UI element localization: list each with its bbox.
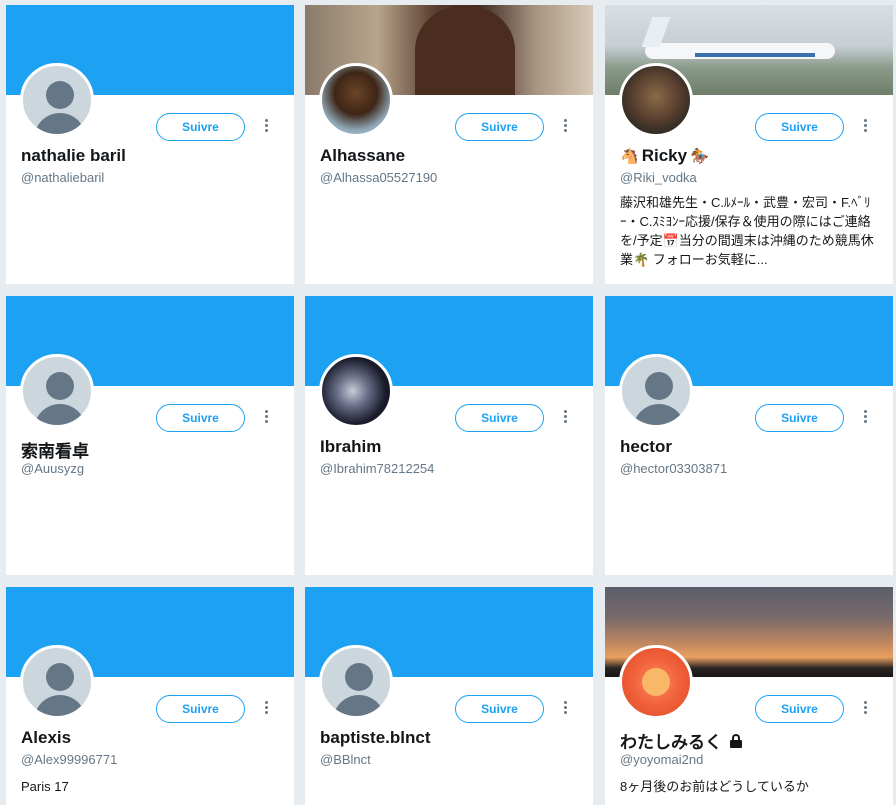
user-bio: 8ヶ月後のお前はどうしているか [620, 779, 809, 794]
more-options-icon[interactable] [861, 699, 869, 719]
display-name[interactable]: hector [620, 437, 672, 457]
user-handle[interactable]: @Ibrahim78212254 [320, 461, 434, 476]
more-options-icon[interactable] [262, 117, 270, 137]
avatar[interactable] [319, 354, 393, 428]
follow-button[interactable]: Suivre [455, 113, 544, 141]
user-handle[interactable]: @nathaliebaril [21, 170, 104, 185]
user-handle[interactable]: @hector03303871 [620, 461, 727, 476]
display-name[interactable]: 🐴 Ricky 🏇 [620, 146, 709, 166]
more-options-icon[interactable] [861, 117, 869, 137]
follow-button[interactable]: Suivre [156, 113, 245, 141]
follow-button[interactable]: Suivre [156, 695, 245, 723]
user-card[interactable]: Suivre baptiste.blnct @BBlnct [305, 587, 593, 805]
avatar[interactable] [619, 63, 693, 137]
user-card[interactable]: Suivre 索南看卓 @Auusyzg [6, 296, 294, 575]
avatar[interactable] [20, 645, 94, 719]
follow-button[interactable]: Suivre [755, 404, 844, 432]
more-options-icon[interactable] [561, 408, 569, 428]
lock-icon [729, 733, 743, 748]
user-card[interactable]: Suivre Alexis @Alex99996771 Paris 17 [6, 587, 294, 805]
user-card[interactable]: Suivre hector @hector03303871 [605, 296, 893, 575]
follow-button[interactable]: Suivre [755, 695, 844, 723]
user-handle[interactable]: @yoyomai2nd [620, 752, 703, 767]
display-name[interactable]: baptiste.blnct [320, 728, 431, 748]
avatar[interactable] [319, 645, 393, 719]
display-name[interactable]: わたしみるく [620, 728, 743, 753]
follow-button[interactable]: Suivre [455, 695, 544, 723]
user-bio: Paris 17 [21, 779, 69, 794]
user-card[interactable]: Suivre Ibrahim @Ibrahim78212254 [305, 296, 593, 575]
follow-button[interactable]: Suivre [755, 113, 844, 141]
user-handle[interactable]: @Alex99996771 [21, 752, 117, 767]
avatar[interactable] [619, 354, 693, 428]
user-card[interactable]: Suivre Alhassane @Alhassa05527190 [305, 5, 593, 284]
more-options-icon[interactable] [561, 699, 569, 719]
avatar[interactable] [20, 63, 94, 137]
user-card[interactable]: Suivre わたしみるく @yoyomai2nd 8ヶ月後のお前はどうしている… [605, 587, 893, 805]
user-handle[interactable]: @Alhassa05527190 [320, 170, 437, 185]
more-options-icon[interactable] [262, 699, 270, 719]
display-name[interactable]: Alhassane [320, 146, 405, 166]
follow-button[interactable]: Suivre [455, 404, 544, 432]
more-options-icon[interactable] [561, 117, 569, 137]
user-card[interactable]: Suivre nathalie baril @nathaliebaril [6, 5, 294, 284]
user-handle[interactable]: @Auusyzg [21, 461, 84, 476]
more-options-icon[interactable] [262, 408, 270, 428]
display-name[interactable]: Ibrahim [320, 437, 381, 457]
follow-button[interactable]: Suivre [156, 404, 245, 432]
avatar[interactable] [619, 645, 693, 719]
user-handle[interactable]: @BBlnct [320, 752, 371, 767]
display-name[interactable]: nathalie baril [21, 146, 126, 166]
display-name[interactable]: 索南看卓 [21, 437, 89, 462]
display-name[interactable]: Alexis [21, 728, 71, 748]
user-card[interactable]: Suivre 🐴 Ricky 🏇 @Riki_vodka 藤沢和雄先生・C.ﾙﾒｰﾙ… [605, 5, 893, 284]
more-options-icon[interactable] [861, 408, 869, 428]
avatar[interactable] [319, 63, 393, 137]
avatar[interactable] [20, 354, 94, 428]
user-bio: 藤沢和雄先生・C.ﾙﾒｰﾙ・武豊・宏司・F.ﾍﾞﾘｰ・C.ｽﾐﾖﾝｰ応援/保存＆… [620, 195, 874, 267]
user-handle[interactable]: @Riki_vodka [620, 170, 697, 185]
